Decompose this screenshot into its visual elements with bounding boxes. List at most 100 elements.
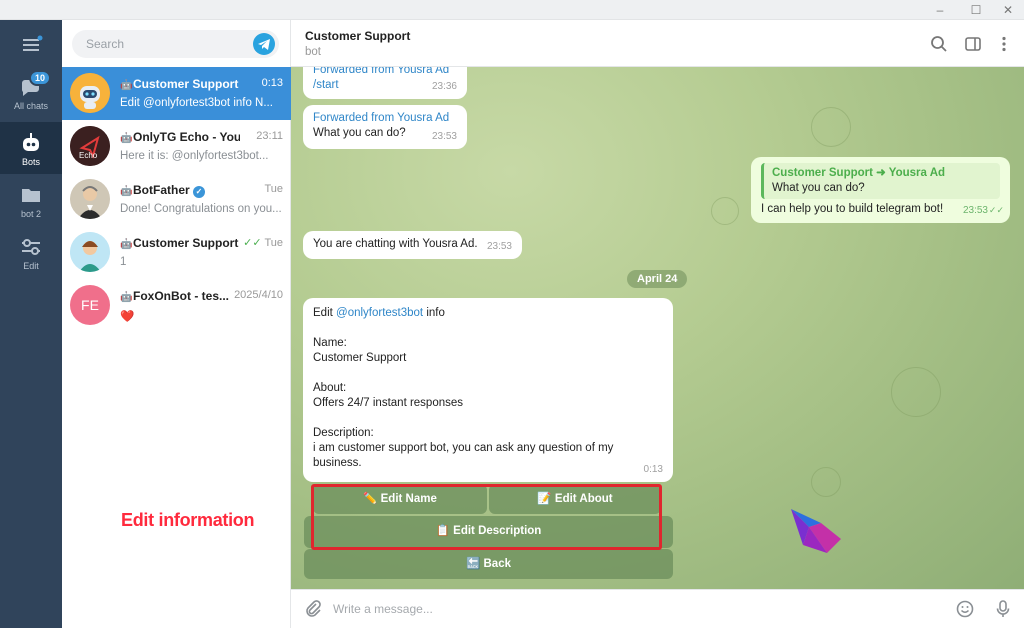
- microphone-icon[interactable]: [993, 599, 1013, 619]
- description-value: i am customer support bot, you can ask a…: [313, 442, 614, 469]
- folder-label: All chats: [13, 101, 48, 111]
- bot-icon: 🤖: [120, 292, 133, 303]
- chat-name: 🤖FoxOnBot - tes...: [120, 289, 229, 303]
- chat-item-botfather[interactable]: 🤖BotFather ✓ Tue Done! Congratulations o…: [62, 173, 291, 226]
- chat-time: 2025/4/10: [234, 289, 283, 301]
- message-time: 23:53: [486, 241, 512, 252]
- chat-list-panel: 🤖Customer Support 0:13 Edit @onlyfortest…: [62, 20, 291, 628]
- quote-text: What you can do?: [772, 182, 865, 194]
- bot-icon: 🤖: [120, 186, 133, 197]
- message-bubble[interactable]: Forwarded from Yousra Ad What you can do…: [303, 105, 467, 149]
- read-check-icon: ✓✓: [243, 237, 262, 249]
- outgoing-message-bubble[interactable]: Customer Support ➜ Yousra Ad What you ca…: [751, 157, 1010, 223]
- sliders-icon: [19, 236, 43, 258]
- avatar: FE: [70, 285, 110, 325]
- bot-icon: 🤖: [120, 80, 133, 91]
- bot-icon: 🤖: [120, 133, 133, 144]
- about-label: About:: [313, 382, 347, 394]
- back-button[interactable]: 🔙 Back: [304, 549, 673, 579]
- folder-bots[interactable]: Bots: [0, 122, 62, 174]
- annotation-highlight-box: [311, 484, 662, 550]
- name-label: Name:: [313, 337, 347, 349]
- background-doodle: [891, 367, 941, 417]
- message-text: You are chatting with Yousra Ad.: [313, 238, 478, 250]
- main-menu-button[interactable]: [0, 34, 62, 58]
- folder-icon: [19, 184, 43, 206]
- search-box[interactable]: [72, 30, 279, 58]
- search-icon[interactable]: [929, 34, 949, 54]
- bot-username-link[interactable]: @onlyfortest3bot: [336, 307, 423, 319]
- chat-item-customer-support-2[interactable]: 🤖Customer Support ✓✓ Tue 1: [62, 226, 291, 279]
- folder-bot-2[interactable]: bot 2: [0, 184, 62, 224]
- folder-label: Edit: [23, 261, 39, 271]
- search-input[interactable]: [86, 37, 246, 51]
- background-doodle: [811, 107, 851, 147]
- chat-preview: ❤️: [120, 311, 135, 323]
- folder-all-chats[interactable]: 10 All chats: [0, 70, 62, 122]
- message-line: Edit @onlyfortest3bot info: [313, 307, 445, 319]
- message-time: 23:36: [431, 81, 457, 92]
- bot-info-message[interactable]: Edit @onlyfortest3bot info Name: Custome…: [303, 298, 673, 482]
- annotation-label: Edit information: [121, 510, 255, 530]
- message-time: 0:13: [643, 464, 663, 475]
- chat-item-foxonbot[interactable]: FE 🤖FoxOnBot - tes... 2025/4/10 ❤️: [62, 279, 291, 332]
- close-button[interactable]: ✕: [994, 2, 1022, 18]
- chat-item-customer-support[interactable]: 🤖Customer Support 0:13 Edit @onlyfortest…: [62, 67, 291, 120]
- chat-item-onlytg-echo[interactable]: Echo 🤖OnlyTG Echo - Your ... 23:11 Here …: [62, 120, 291, 173]
- minimize-button[interactable]: –: [926, 2, 954, 18]
- avatar-text: Echo: [79, 151, 98, 160]
- chat-time: Tue: [264, 183, 283, 195]
- maximize-button[interactable]: ☐: [962, 2, 990, 18]
- name-value: Customer Support: [313, 352, 407, 364]
- folder-label: Bots: [21, 157, 40, 167]
- attach-icon[interactable]: [303, 599, 323, 619]
- folder-rail: 10 All chats Bots bot 2 Edit: [0, 20, 62, 628]
- menu-icon: [19, 34, 43, 56]
- message-input[interactable]: [333, 599, 933, 619]
- folder-edit[interactable]: Edit: [0, 236, 62, 276]
- forwarded-from[interactable]: Forwarded from Yousra Ad: [313, 111, 457, 126]
- chat-header: Customer Support bot: [291, 20, 1024, 67]
- forwarded-from[interactable]: Forwarded from Yousra Ad: [313, 67, 457, 78]
- background-doodle: [811, 467, 841, 497]
- more-options-icon[interactable]: [994, 34, 1014, 54]
- avatar: [70, 73, 110, 113]
- date-separator: April 24: [627, 270, 688, 288]
- background-doodle: [711, 197, 739, 225]
- folder-label: bot 2: [20, 209, 42, 219]
- chat-subtitle: bot: [305, 46, 321, 58]
- window-titlebar: – ☐ ✕: [0, 0, 1024, 20]
- chat-preview: 1: [120, 256, 127, 268]
- telegram-icon[interactable]: [253, 33, 275, 55]
- chat-name: 🤖BotFather ✓: [120, 183, 240, 198]
- sidebar-toggle-icon[interactable]: [963, 34, 983, 54]
- about-value: Offers 24/7 instant responses: [313, 397, 464, 409]
- chat-time: 0:13: [261, 77, 283, 89]
- cursor-logo-icon: [787, 501, 843, 557]
- chat-name: 🤖Customer Support: [120, 236, 239, 250]
- read-check-icon: ✓✓: [988, 205, 1004, 215]
- unread-badge: 10: [28, 70, 51, 86]
- bot-icon: 🤖: [120, 239, 133, 250]
- bot-icon: [19, 132, 43, 154]
- chat-name: 🤖Customer Support: [120, 77, 239, 91]
- forward-arrow-icon: ➜: [876, 167, 886, 179]
- message-composer: [291, 589, 1024, 628]
- emoji-icon[interactable]: [955, 599, 975, 619]
- message-time: 23:53: [431, 131, 457, 142]
- chats-icon: 10: [19, 70, 51, 98]
- quote-header: Customer Support ➜ Yousra Ad: [772, 167, 946, 179]
- chat-title[interactable]: Customer Support: [305, 29, 410, 43]
- chat-preview: Edit @onlyfortest3bot info N...: [120, 97, 273, 109]
- message-bubble[interactable]: Forwarded from Yousra Ad /start 23:36: [303, 67, 467, 99]
- message-bubble[interactable]: You are chatting with Yousra Ad. 23:53: [303, 231, 522, 259]
- chat-preview: Done! Congratulations on you...: [120, 203, 282, 215]
- description-label: Description:: [313, 427, 374, 439]
- chat-time: ✓✓ Tue: [243, 237, 283, 249]
- message-time: 23:53: [962, 205, 988, 216]
- reply-quote[interactable]: Customer Support ➜ Yousra Ad What you ca…: [761, 163, 1000, 199]
- chat-preview: Here it is: @onlyfortest3bot...: [120, 150, 269, 162]
- chat-name: 🤖OnlyTG Echo - Your ...: [120, 130, 240, 144]
- chat-time: 23:11: [256, 130, 283, 142]
- avatar: Echo: [70, 126, 110, 166]
